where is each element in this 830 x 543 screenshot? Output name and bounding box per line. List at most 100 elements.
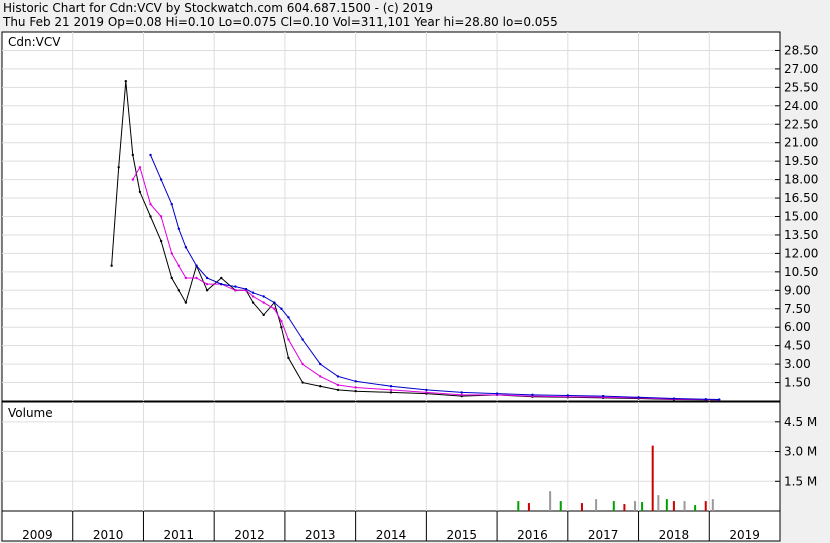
price-tick-label: 3.00 [784,357,811,371]
volume-bar [634,501,637,511]
price-point [389,385,393,388]
historic-chart: 2009 2010 2011 2012 2013 2014 2015 2016 2017 2018… [1,31,818,542]
price-point [425,388,428,392]
price-point [704,397,707,401]
price-point [280,326,283,329]
price-point [273,307,276,310]
price-point [234,285,237,288]
price-point [280,319,283,323]
volume-bar [641,502,644,511]
year-label: 2009 [22,528,53,542]
price-point [131,153,135,157]
price-tick-label: 27.00 [784,62,818,76]
price-point [184,301,188,304]
price-point [717,398,721,401]
price-point [170,276,173,280]
price-point [389,388,393,392]
price-point [117,166,120,169]
volume-bar [683,501,686,511]
volume-bar [517,501,520,511]
price-point [336,388,340,392]
price-point [354,386,357,389]
price-point [319,385,322,388]
price-point [195,276,198,280]
volume-panel-title: Volume [8,406,53,420]
volume-bar [704,501,707,511]
price-tick-label: 15.00 [784,210,818,224]
price-point [287,338,290,341]
price-tick-label: 7.50 [784,302,811,316]
price-tick-label: 25.50 [784,80,818,94]
price-point [131,178,135,181]
price-point [354,380,357,383]
price-point [273,301,276,304]
price-point [205,276,209,280]
price-point [184,246,188,249]
price-point [601,394,605,398]
price-point [244,287,248,291]
year-label: 2015 [446,528,477,542]
price-point [170,252,173,255]
price-tick-label: 1.50 [784,376,811,390]
volume-bar [549,491,552,511]
year-label: 2013 [305,528,336,542]
volume-bar [657,495,660,511]
price-point [251,291,255,294]
price-tick-label: 9.00 [784,283,811,297]
price-tick-label: 10.50 [784,265,818,279]
price-point [460,391,463,394]
price-point [287,316,290,319]
volume-bar [559,501,562,511]
price-point [287,356,290,360]
volume-tick-label: 4.5 M [784,415,817,429]
price-tick-label: 4.50 [784,339,811,353]
volume-bar [651,445,654,511]
volume-bar [623,504,626,511]
price-point [495,392,499,395]
price-point [262,313,265,317]
price-point [149,203,152,206]
price-point [251,295,255,298]
price-point [149,153,152,157]
price-point [184,276,188,280]
price-point [220,276,223,280]
price-point [170,203,173,206]
volume-bar [527,503,530,511]
price-point [195,264,198,267]
price-point [177,289,181,292]
price-point [124,80,127,83]
price-tick-label: 6.00 [784,320,811,334]
price-point [319,375,322,378]
price-point [319,362,322,366]
year-label: 2018 [659,528,690,542]
price-point [177,264,181,267]
price-tick-label: 19.50 [784,154,818,168]
price-point [205,282,209,286]
price-point [301,381,304,384]
price-point [301,338,304,341]
price-point [336,375,340,378]
price-point [159,215,163,218]
price-tick-label: 21.00 [784,136,818,150]
price-point [251,301,255,304]
year-label: 2019 [729,528,760,542]
year-label: 2014 [376,528,407,542]
price-point [280,307,283,310]
price-point [220,282,223,286]
price-point [138,166,142,169]
price-point [177,227,181,230]
volume-bar [595,499,598,511]
price-tick-label: 28.50 [784,43,818,57]
price-point [354,389,357,393]
volume-bar [665,499,668,511]
year-label: 2011 [164,528,195,542]
price-point [149,215,152,218]
volume-bar [580,503,583,511]
year-label: 2012 [234,528,265,542]
volume-tick-label: 1.5 M [784,474,817,488]
price-point [234,289,237,292]
price-point [159,178,163,181]
price-tick-label: 13.50 [784,228,818,242]
volume-tick-label: 3.0 M [784,445,817,459]
price-tick-label: 18.00 [784,173,818,187]
